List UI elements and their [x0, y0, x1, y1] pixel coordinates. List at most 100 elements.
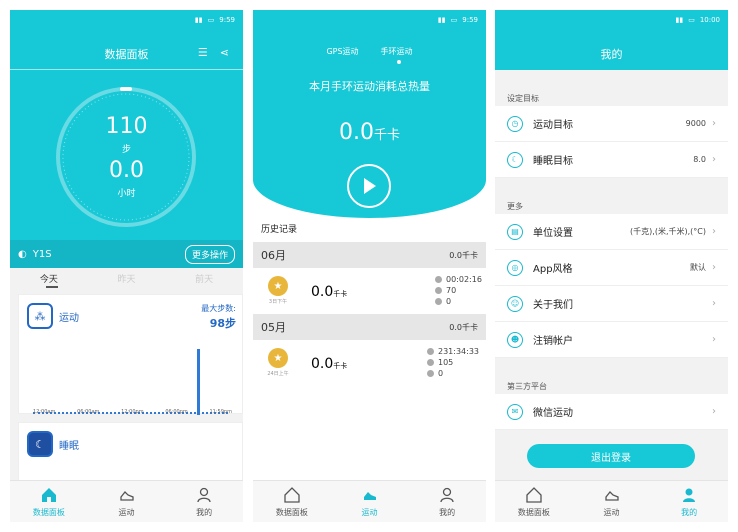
- row-label: 睡眠目标: [533, 156, 573, 167]
- run-icon: ★: [268, 276, 288, 296]
- bluetooth-icon: ◐: [18, 248, 27, 260]
- distance-icon: [427, 370, 434, 377]
- battery-icon: ▭: [688, 16, 695, 24]
- month-header: 05月 0.0千卡: [253, 314, 486, 340]
- max-steps-label: 最大步数:: [201, 304, 236, 313]
- row-value: 8.0: [693, 155, 706, 164]
- footprint-icon: ⁂: [27, 303, 53, 329]
- tick-label: 06:00am: [77, 409, 100, 415]
- tab-dashboard[interactable]: 数据面板: [10, 481, 88, 522]
- signal-icon: ▮▮: [675, 16, 684, 24]
- sport-screen: ▮▮ ▭ 9:59 GPS运动 手环运动 本月手环运动消耗总热量 0.0千卡 历…: [253, 10, 486, 522]
- chevron-right-icon: ›: [712, 154, 716, 165]
- tab-me[interactable]: 我的: [165, 481, 243, 522]
- watch-icon: ◷: [507, 115, 523, 132]
- history-icon[interactable]: ☰: [198, 46, 208, 59]
- bottom-tab-bar: 数据面板 运动 我的: [253, 480, 486, 522]
- tab-sport[interactable]: 运动: [331, 481, 409, 522]
- signal-icon: ▮▮: [437, 16, 446, 24]
- history-title: 历史记录: [261, 225, 298, 235]
- battery-icon: ▭: [207, 16, 215, 24]
- row-value: 9000: [685, 119, 706, 128]
- about-us-row[interactable]: ☺ 关于我们 ›: [495, 286, 728, 322]
- dashboard-screen: ▮▮ ▭ 9:59 数据面板 ☰ ⋖ 110 步 0.0 小时 ◐ Y1S 更多…: [10, 10, 243, 522]
- unit-settings-row[interactable]: ▤ 单位设置 (千克),(米,千米),(°C) ›: [495, 214, 728, 250]
- tab-yesterday[interactable]: 昨天: [88, 272, 166, 285]
- record-duration: 231:34:33: [438, 347, 480, 356]
- sleep-card[interactable]: ☾ 睡眠: [18, 422, 243, 482]
- total-kcal: 0.0: [338, 120, 374, 145]
- logout-button[interactable]: 退出登录: [527, 444, 695, 468]
- progress-ring: [56, 87, 196, 227]
- tab-day-before[interactable]: 前天: [165, 272, 243, 285]
- tab-label: 我的: [681, 507, 698, 517]
- ruler-icon: ▤: [507, 223, 523, 240]
- device-name: Y1S: [32, 248, 52, 260]
- tab-label: 运动: [361, 507, 378, 517]
- tab-today[interactable]: 今天: [10, 272, 88, 285]
- month-label: 06月: [261, 249, 286, 262]
- tick-label: 11:59pm: [209, 409, 232, 415]
- tick-label: 12:00am: [33, 409, 56, 415]
- record-unit: 千卡: [333, 362, 348, 370]
- tab-label: 数据面板: [275, 507, 308, 517]
- hours-value: 0.0: [109, 158, 144, 183]
- battery-icon: ▭: [450, 16, 458, 24]
- steps-icon: [435, 287, 442, 294]
- tab-me[interactable]: 我的: [408, 481, 486, 522]
- section-title: 设定目标: [507, 93, 539, 103]
- row-value: 默认: [690, 263, 706, 272]
- chevron-right-icon: ›: [712, 406, 716, 417]
- sleep-goal-row[interactable]: ☾ 睡眠目标 8.0 ›: [495, 142, 728, 178]
- max-steps-value: 98步: [209, 317, 236, 330]
- tab-sport[interactable]: 运动: [88, 481, 166, 522]
- today-indicator: [46, 286, 58, 288]
- chevron-right-icon: ›: [712, 298, 716, 309]
- bottom-tab-bar: 数据面板 运动 我的: [10, 480, 243, 522]
- status-time: 10:00: [699, 16, 720, 24]
- bottom-tab-bar: 数据面板 运动 我的: [495, 480, 728, 522]
- row-label: 微信运动: [533, 408, 573, 419]
- person-icon: [197, 487, 211, 502]
- record-steps: 70: [446, 286, 457, 295]
- tab-me[interactable]: 我的: [650, 481, 728, 522]
- status-bar: ▮▮ ▭ 9:59: [10, 10, 243, 30]
- tab-label: 我的: [439, 507, 456, 517]
- tab-dashboard[interactable]: 数据面板: [253, 481, 331, 522]
- signal-icon: ▮▮: [194, 16, 203, 24]
- dashboard-header: ▮▮ ▭ 9:59 数据面板 ☰ ⋖ 110 步 0.0 小时 ◐ Y1S 更多…: [10, 10, 243, 268]
- tab-sport[interactable]: 运动: [573, 481, 651, 522]
- more-actions-button[interactable]: 更多操作: [184, 244, 235, 264]
- app-style-row[interactable]: ◎ App风格 默认 ›: [495, 250, 728, 286]
- sport-mode-tabs: GPS运动 手环运动: [253, 46, 486, 57]
- wechat-icon: ✉: [507, 403, 523, 420]
- delete-account-row[interactable]: ☻ 注销帐户 ›: [495, 322, 728, 358]
- list-item[interactable]: ★ 24日上午 0.0千卡 231:34:33 105 0: [253, 340, 486, 385]
- sport-card[interactable]: ⁂ 运动 最大步数: 98步 12:00am 06:00am 12:00pm 0…: [18, 294, 243, 415]
- tick-label: 06:00pm: [165, 409, 188, 415]
- tab-band-sport[interactable]: 手环运动: [381, 46, 413, 57]
- row-label: 关于我们: [533, 300, 573, 311]
- steps-unit: 步: [121, 145, 131, 155]
- tab-gps-sport[interactable]: GPS运动: [326, 46, 358, 57]
- person-icon: [683, 488, 696, 502]
- tab-label: 我的: [196, 507, 213, 517]
- steps-icon: [427, 359, 434, 366]
- list-item[interactable]: ★ 3日下午 0.0千卡 00:02:16 70 0: [253, 268, 486, 313]
- status-time: 9:59: [462, 16, 478, 24]
- time-axis: 12:00am 06:00am 12:00pm 06:00pm 11:59pm: [33, 409, 232, 415]
- home-icon: [284, 486, 300, 503]
- tab-dashboard[interactable]: 数据面板: [495, 481, 573, 522]
- record-distance: 0: [446, 297, 452, 306]
- sport-header: ▮▮ ▭ 9:59 GPS运动 手环运动 本月手环运动消耗总热量 0.0千卡: [253, 10, 486, 218]
- status-bar: ▮▮ ▭ 10:00: [495, 10, 728, 30]
- record-date: 3日下午: [268, 299, 288, 305]
- shoe-icon: [604, 490, 619, 501]
- steps-value: 110: [105, 114, 148, 139]
- sport-goal-row[interactable]: ◷ 运动目标 9000 ›: [495, 106, 728, 142]
- wechat-sport-row[interactable]: ✉ 微信运动 ›: [495, 394, 728, 430]
- record-kcal: 0.0: [311, 356, 334, 372]
- play-button[interactable]: [347, 164, 391, 208]
- share-icon[interactable]: ⋖: [220, 46, 229, 59]
- sport-headline: 本月手环运动消耗总热量: [309, 80, 430, 93]
